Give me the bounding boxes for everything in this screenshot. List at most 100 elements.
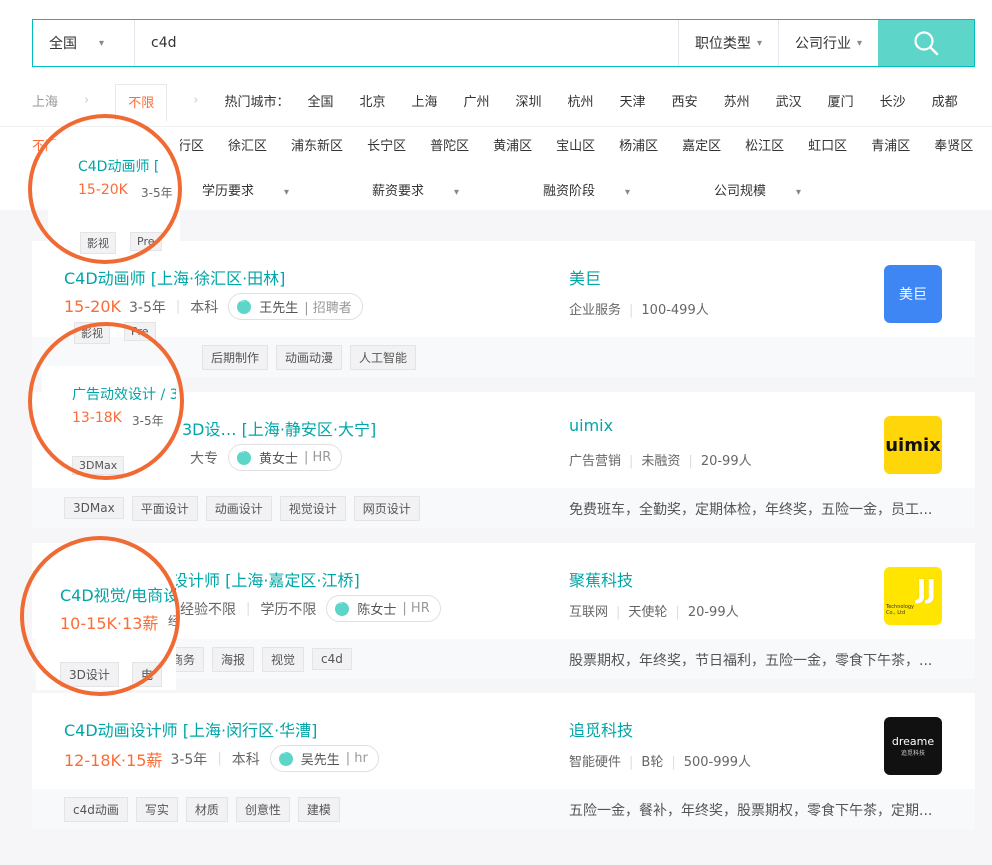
- hot-city-item[interactable]: 厦门: [828, 91, 854, 110]
- job-tag: 写实: [135, 796, 178, 822]
- company-welfare: 免费班车，全勤奖，定期体检，年终奖，五险一金，员工...: [569, 502, 933, 518]
- funding-filter[interactable]: 融资阶段 ▾: [543, 180, 630, 199]
- recruiter-name: 陈女士: [357, 603, 397, 618]
- hot-city-item[interactable]: 杭州: [568, 91, 594, 110]
- search-button[interactable]: [878, 20, 974, 66]
- district-item[interactable]: 虹口区: [808, 135, 847, 154]
- recruiter-role: | hr: [345, 751, 368, 766]
- district-item[interactable]: 松江区: [745, 135, 784, 154]
- callout-snippet: C4D视觉/电商设 10-15K·13薪 经 3D设计 电: [36, 566, 176, 690]
- district-item[interactable]: 宝山区: [556, 135, 595, 154]
- industry-label: 公司行业: [794, 36, 851, 52]
- job-experience: 3-5年: [128, 299, 166, 316]
- district-item[interactable]: 青浦区: [871, 135, 910, 154]
- job-tag: 网页设计: [353, 495, 420, 521]
- chat-bubble-icon: [335, 599, 350, 616]
- funding-filter-label: 融资阶段: [543, 184, 596, 199]
- district-item[interactable]: 奉贤区: [934, 135, 973, 154]
- company-name[interactable]: 聚蕉科技: [569, 567, 633, 591]
- recruiter-chat[interactable]: 陈女士 | HR: [326, 595, 441, 622]
- district-item[interactable]: 浦东新区: [291, 135, 343, 154]
- callout-title: C4D视觉/电商设: [60, 586, 176, 605]
- callout-snippet: 影视 Pre: [48, 318, 158, 348]
- job-experience: 经验不限: [180, 601, 236, 618]
- chat-bubble-icon: [278, 749, 293, 766]
- job-title[interactable]: 设计师 [上海·嘉定区·江桥]: [172, 567, 360, 591]
- callout-tag: Pre: [124, 322, 156, 341]
- city-select[interactable]: 全国 ▾: [33, 20, 135, 66]
- company-logo[interactable]: JJ Technology Co., Ltd: [884, 567, 942, 625]
- district-item[interactable]: 嘉定区: [682, 135, 721, 154]
- company-size: 20-99人: [700, 454, 752, 469]
- company-size-filter[interactable]: 公司规模 ▾: [714, 180, 801, 199]
- job-title[interactable]: C4D动画师 [上海·徐汇区·田林]: [64, 265, 285, 289]
- company-info: 智能硬件 | B轮 | 500-999人: [569, 755, 752, 770]
- hot-city-item[interactable]: 苏州: [724, 91, 750, 110]
- job-tag: 平面设计: [131, 495, 198, 521]
- industry-dropdown[interactable]: 公司行业 ▾: [777, 20, 878, 66]
- job-tag: 创意性: [235, 796, 290, 822]
- company-name[interactable]: 美巨: [569, 265, 601, 289]
- job-type-label: 职位类型: [694, 36, 751, 52]
- search-input[interactable]: [135, 20, 678, 66]
- job-education: 本科: [231, 751, 260, 768]
- company-size: 20-99人: [687, 605, 739, 620]
- city-unlimited-option[interactable]: 不限: [115, 83, 168, 121]
- education-filter[interactable]: 学历要求 ▾: [202, 180, 289, 199]
- job-card[interactable]: C4D动画设计师 [上海·闵行区·华漕] 12-18K·15薪 3-5年 | 本…: [32, 693, 975, 829]
- salary-filter-label: 薪资要求: [372, 184, 425, 199]
- recruiter-chat[interactable]: 黄女士 | HR: [228, 444, 343, 471]
- job-tag: 动画设计: [205, 495, 272, 521]
- job-type-dropdown[interactable]: 职位类型 ▾: [677, 20, 778, 66]
- callout-tag: 电: [132, 662, 163, 687]
- hot-city-item[interactable]: 天津: [620, 91, 646, 110]
- salary-filter[interactable]: 薪资要求 ▾: [372, 180, 459, 199]
- search-icon: [914, 31, 939, 56]
- hot-city-item[interactable]: 全国: [307, 91, 333, 110]
- job-tag: 视觉设计: [279, 495, 346, 521]
- current-city[interactable]: 上海: [32, 91, 58, 110]
- job-tag: 3DMax: [64, 497, 124, 519]
- job-card[interactable]: C4D动画师 [上海·徐汇区·田林] 15-20K 3-5年 | 本科 王先生 …: [32, 241, 975, 377]
- callout-salary: 13-18K: [72, 410, 122, 426]
- job-tag: 建模: [297, 796, 340, 822]
- company-name[interactable]: 追觅科技: [569, 717, 633, 741]
- job-tag: 海报: [212, 646, 255, 672]
- job-tag: c4d: [312, 648, 352, 670]
- district-item[interactable]: 杨浦区: [619, 135, 658, 154]
- callout-tag: 3D设计: [60, 662, 119, 687]
- hot-city-item[interactable]: 广州: [464, 91, 490, 110]
- district-item[interactable]: 行区: [178, 135, 204, 154]
- recruiter-role: | 招聘者: [304, 301, 352, 316]
- callout-snippet: C4D动画师 [ 15-20K 3-5年 影视 Pre: [48, 140, 180, 258]
- job-title[interactable]: C4D动画设计师 [上海·闵行区·华漕]: [64, 717, 317, 741]
- company-logo[interactable]: dreame 追觅科技: [884, 717, 942, 775]
- education-filter-label: 学历要求: [202, 184, 255, 199]
- company-logo[interactable]: uimix: [884, 416, 942, 474]
- hot-city-item[interactable]: 长沙: [880, 91, 906, 110]
- district-item[interactable]: 长宁区: [367, 135, 406, 154]
- district-item[interactable]: 黄浦区: [493, 135, 532, 154]
- hot-city-item[interactable]: 武汉: [776, 91, 802, 110]
- caret-down-icon: ▾: [796, 187, 802, 198]
- district-item[interactable]: 徐汇区: [228, 135, 267, 154]
- company-logo[interactable]: 美巨: [884, 265, 942, 323]
- company-funding: B轮: [641, 755, 664, 770]
- hot-city-item[interactable]: 北京: [359, 91, 385, 110]
- callout-tag: 影视: [74, 322, 110, 344]
- company-logo-text: dreame: [891, 735, 935, 748]
- recruiter-role: | HR: [402, 601, 430, 616]
- hot-city-item[interactable]: 成都: [932, 91, 958, 110]
- hot-city-item[interactable]: 上海: [411, 91, 437, 110]
- company-name[interactable]: uimix: [569, 416, 613, 435]
- recruiter-chat[interactable]: 王先生 | 招聘者: [228, 293, 363, 320]
- city-select-label: 全国: [49, 36, 77, 52]
- job-salary: 12-18K·15薪: [64, 750, 163, 770]
- hot-city-item[interactable]: 西安: [672, 91, 698, 110]
- recruiter-chat[interactable]: 吴先生 | hr: [269, 745, 379, 772]
- recruiter-name: 王先生: [259, 301, 299, 316]
- callout-experience: 经: [168, 614, 176, 628]
- job-title[interactable]: 3D设… [上海·静安区·大宁]: [182, 416, 376, 440]
- hot-city-item[interactable]: 深圳: [516, 91, 542, 110]
- district-item[interactable]: 普陀区: [430, 135, 469, 154]
